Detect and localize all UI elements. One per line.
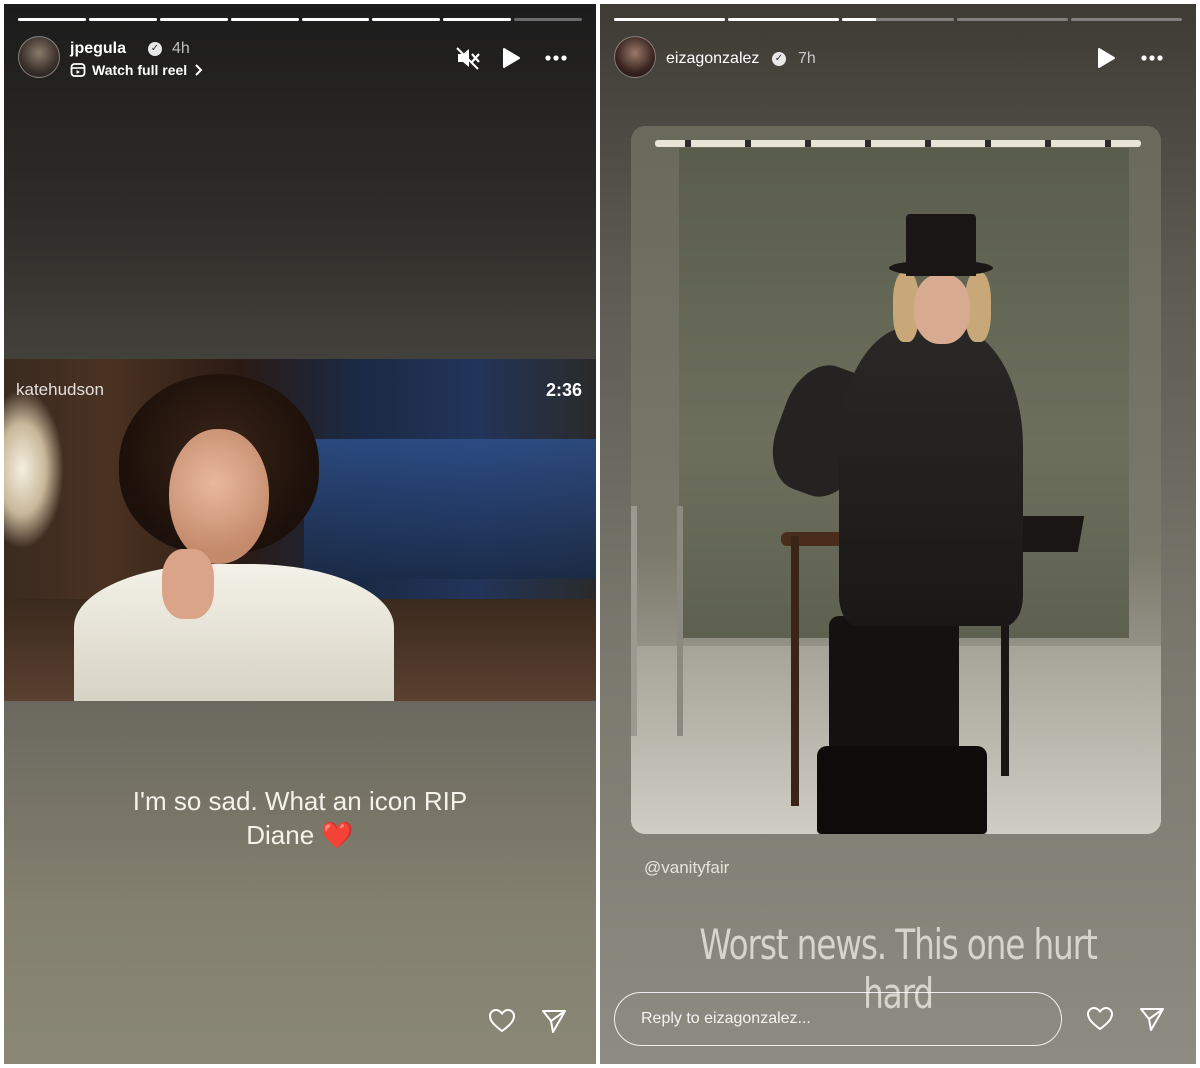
more-icon[interactable] [1138,44,1166,72]
progress-segment [514,18,582,21]
progress-segment-fill [842,18,876,21]
story-caption: I'm so sad. What an icon RIP Diane ❤️ [44,784,556,852]
username[interactable]: jpegula [70,40,126,58]
story-photo[interactable] [631,126,1161,834]
progress-segment [1070,18,1183,21]
reply-input[interactable]: Reply to eizagonzalez... [614,992,1062,1046]
chevron-right-icon [195,64,203,76]
reel-video[interactable]: katehudson 2:36 [4,359,596,701]
verified-badge-icon: ✓ [772,52,786,66]
send-icon[interactable] [1138,1005,1166,1033]
story-panel-right[interactable]: eizagonzalez ✓ 7h @vanityfair Worst news… [600,4,1196,1064]
progress-segment [956,18,1068,21]
avatar[interactable] [614,36,656,78]
progress-segment [842,18,954,21]
progress-segment-fill [159,18,228,21]
reel-icon [70,63,86,77]
caption-line-2: Diane [246,820,315,850]
story-header: eizagonzalez ✓ 7h [614,36,1182,86]
progress-segment [230,18,299,21]
progress-segment [88,18,157,21]
progress-segment-fill [372,18,441,21]
progress-segment [18,18,86,21]
progress-segment [372,18,441,21]
progress-segment [159,18,228,21]
play-icon[interactable] [1091,44,1119,72]
more-icon[interactable] [542,44,570,72]
reply-placeholder: Reply to eizagonzalez... [641,1010,811,1027]
progress-segment [301,18,370,21]
progress-segment [728,18,840,21]
story-progress-bar [18,18,582,21]
like-heart-icon[interactable] [1086,1005,1114,1033]
post-time: 4h [172,40,190,57]
verified-badge-icon: ✓ [148,42,162,56]
avatar[interactable] [18,36,60,78]
post-time: 7h [798,50,816,67]
like-heart-icon[interactable] [488,1007,516,1035]
username[interactable]: eizagonzalez [666,50,759,68]
progress-segment-fill [728,18,840,21]
progress-segment [614,18,726,21]
progress-segment-fill [614,18,726,21]
mute-icon[interactable] [454,44,482,72]
watch-full-reel-label: Watch full reel [92,62,188,78]
reel-duration: 2:36 [545,380,582,400]
progress-segment-fill [301,18,370,21]
progress-segment [443,18,512,21]
story-progress-bar [614,18,1183,21]
watch-full-reel-link[interactable]: Watch full reel [70,62,203,78]
caption-line-1: I'm so sad. What an icon RIP [132,786,468,816]
progress-segment-fill [18,18,86,21]
mention-tag[interactable]: @vanityfair [644,858,729,878]
story-panel-left[interactable]: jpegula ✓ 4h Watch full reel katehudson … [4,4,596,1064]
progress-segment-fill [88,18,157,21]
story-header: jpegula ✓ 4h Watch full reel [18,36,582,86]
progress-segment-fill [230,18,299,21]
send-icon[interactable] [540,1007,568,1035]
heart-emoji: ❤️ [321,820,354,850]
play-icon[interactable] [496,44,524,72]
progress-segment-fill [443,18,512,21]
reel-author[interactable]: katehudson [16,380,104,400]
